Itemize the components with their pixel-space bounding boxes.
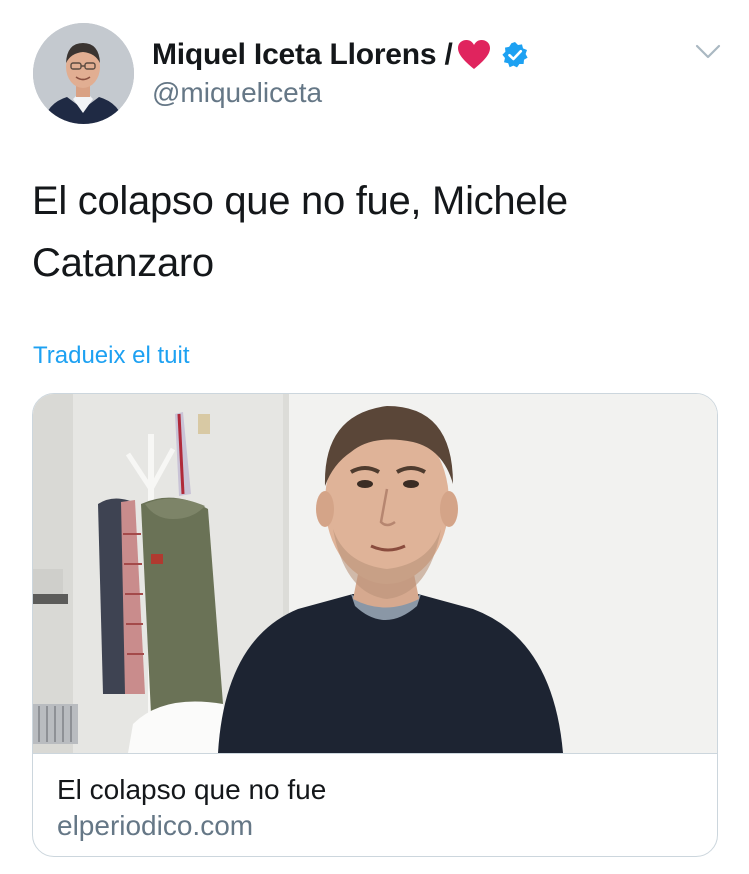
card-title: El colapso que no fue <box>57 774 327 805</box>
translate-link[interactable]: Tradueix el tuit <box>33 340 190 372</box>
user-handle[interactable]: @miqueliceta <box>152 76 322 110</box>
avatar-photo <box>33 23 134 124</box>
card-footer: El colapso que no fue elperiodico.com <box>33 753 717 856</box>
heart-icon <box>457 39 491 71</box>
display-name[interactable]: Miquel Iceta Llorens / <box>152 37 529 73</box>
chevron-down-icon[interactable] <box>694 42 722 62</box>
tweet-text: El colapso que no fue, Michele Catanzaro <box>32 179 568 285</box>
card-image <box>33 394 717 753</box>
verified-badge-icon <box>501 41 529 69</box>
tweet: Miquel Iceta Llorens / @miqueliceta El c… <box>0 0 749 874</box>
card-domain: elperiodico.com <box>57 810 254 841</box>
link-card[interactable]: El colapso que no fue elperiodico.com <box>32 393 718 857</box>
avatar[interactable] <box>33 23 134 124</box>
display-name-text: Miquel Iceta Llorens / <box>152 38 453 71</box>
